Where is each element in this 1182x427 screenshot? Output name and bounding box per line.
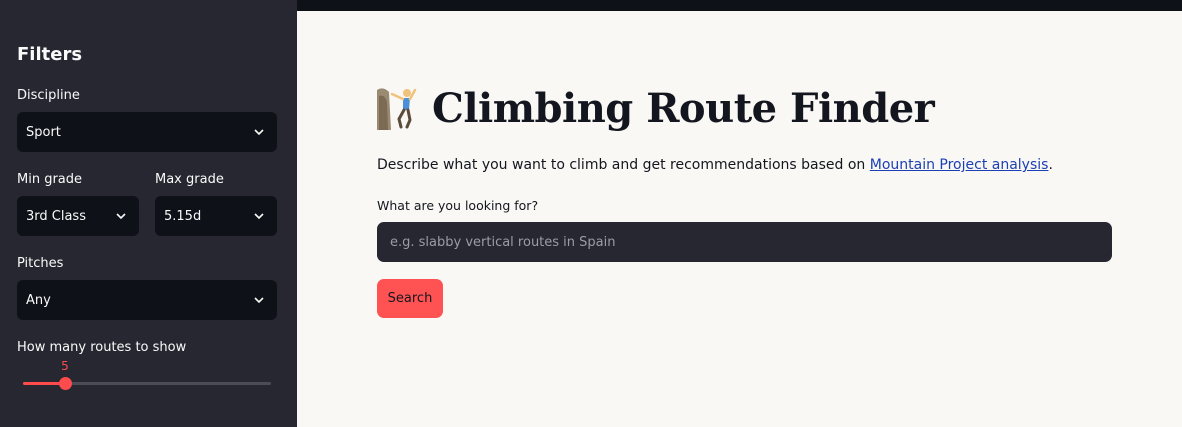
page-description: Describe what you want to climb and get …: [377, 157, 1053, 173]
chevron-down-icon: [254, 213, 264, 220]
description-suffix: .: [1048, 157, 1053, 173]
max-grade-label: Max grade: [155, 172, 224, 187]
discipline-value: Sport: [26, 124, 61, 140]
max-grade-value: 5.15d: [164, 208, 202, 224]
search-input[interactable]: [377, 222, 1112, 262]
climber-icon: [377, 88, 417, 130]
pitches-label: Pitches: [17, 256, 64, 271]
sidebar: Filters Discipline Sport Min grade 3rd C…: [0, 0, 297, 427]
min-grade-value: 3rd Class: [26, 208, 86, 224]
routes-slider-label: How many routes to show: [17, 340, 187, 355]
main-content: Climbing Route Finder Describe what you …: [297, 11, 1182, 427]
chevron-down-icon: [254, 129, 264, 136]
chevron-down-icon: [116, 213, 126, 220]
pitches-value: Any: [26, 292, 51, 308]
query-label: What are you looking for?: [377, 198, 539, 213]
min-grade-select[interactable]: 3rd Class: [17, 196, 139, 236]
routes-slider-value: 5: [61, 359, 69, 373]
top-bar: [297, 0, 1182, 11]
discipline-select[interactable]: Sport: [17, 112, 277, 152]
sidebar-title: Filters: [17, 44, 83, 65]
min-grade-label: Min grade: [17, 172, 83, 187]
description-text: Describe what you want to climb and get …: [377, 157, 870, 173]
mountain-project-link[interactable]: Mountain Project analysis: [870, 157, 1049, 173]
routes-slider-thumb[interactable]: [58, 377, 72, 390]
chevron-down-icon: [254, 297, 264, 304]
search-button[interactable]: Search: [377, 279, 443, 318]
page-title: Climbing Route Finder: [432, 85, 935, 132]
discipline-label: Discipline: [17, 88, 80, 103]
pitches-select[interactable]: Any: [17, 280, 277, 320]
max-grade-select[interactable]: 5.15d: [155, 196, 277, 236]
